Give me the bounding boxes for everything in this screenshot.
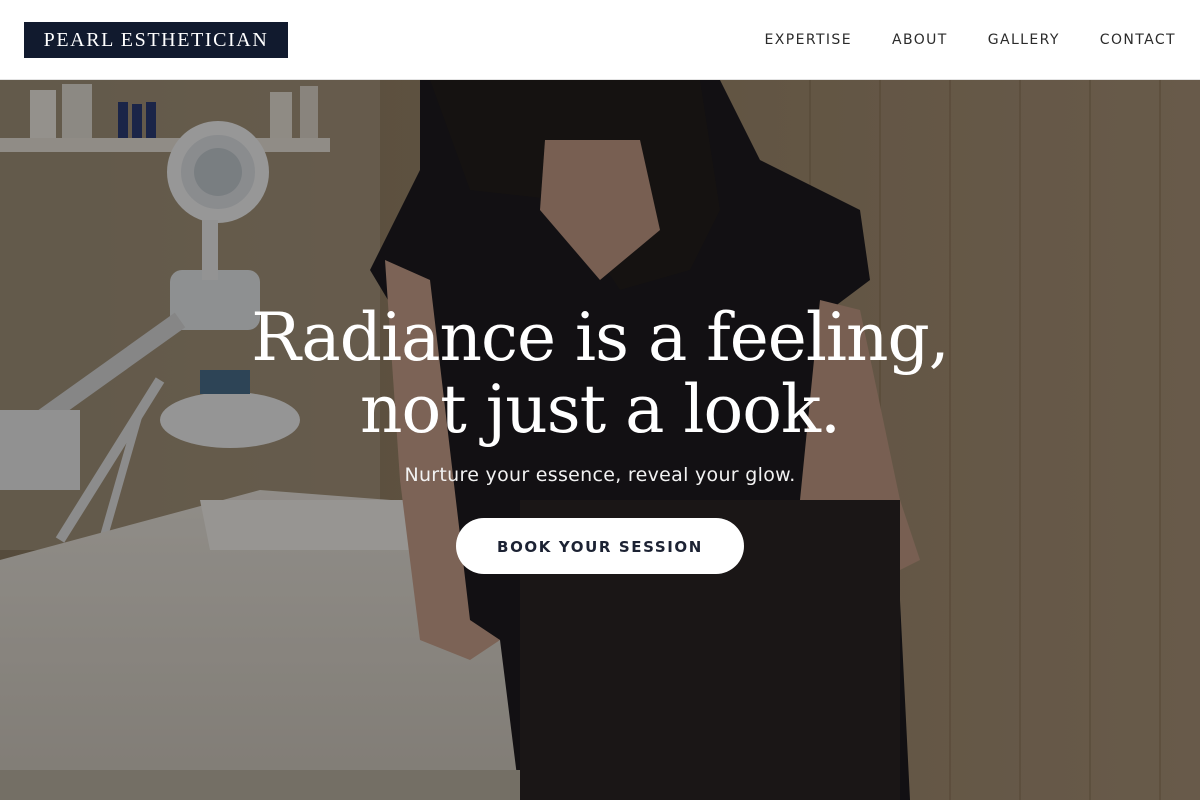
- hero-content: Radiance is a feeling, not just a look. …: [0, 302, 1200, 574]
- book-session-button[interactable]: BOOK YOUR SESSION: [456, 518, 744, 574]
- hero-headline-line-2: not just a look.: [360, 371, 841, 448]
- nav-link-gallery[interactable]: GALLERY: [988, 32, 1060, 48]
- brand-logo[interactable]: PEARL ESTHETICIAN: [24, 22, 288, 58]
- hero-section: Radiance is a feeling, not just a look. …: [0, 80, 1200, 800]
- page: PEARL ESTHETICIAN EXPERTISE ABOUT GALLER…: [0, 0, 1200, 800]
- main-nav: EXPERTISE ABOUT GALLERY CONTACT: [765, 0, 1176, 80]
- nav-link-contact[interactable]: CONTACT: [1100, 32, 1176, 48]
- hero-headline-line-1: Radiance is a feeling,: [251, 299, 950, 376]
- nav-link-about[interactable]: ABOUT: [892, 32, 948, 48]
- site-header: PEARL ESTHETICIAN EXPERTISE ABOUT GALLER…: [0, 0, 1200, 80]
- nav-link-expertise[interactable]: EXPERTISE: [765, 32, 852, 48]
- hero-headline: Radiance is a feeling, not just a look.: [0, 302, 1200, 446]
- hero-subtitle: Nurture your essence, reveal your glow.: [404, 464, 796, 486]
